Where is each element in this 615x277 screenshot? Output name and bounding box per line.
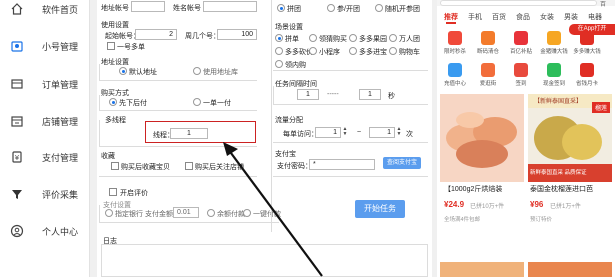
- annotation-arrow: [223, 142, 323, 277]
